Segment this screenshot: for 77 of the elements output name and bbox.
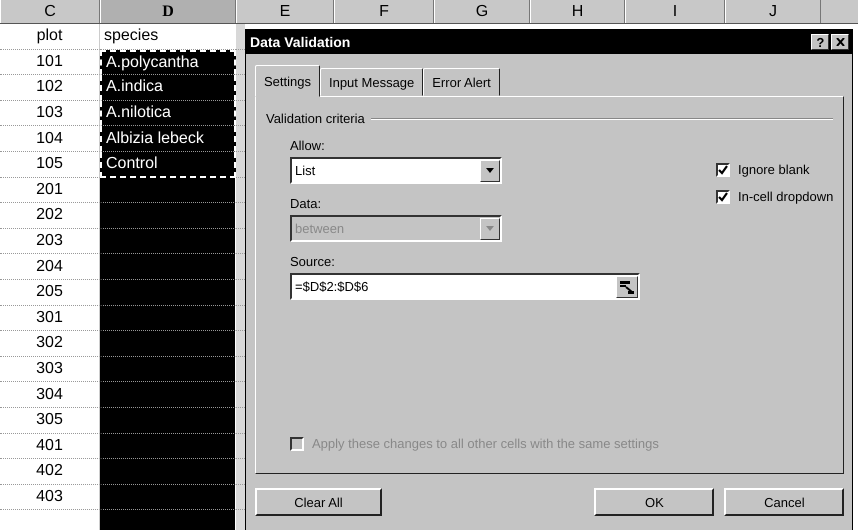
table-cell [236,75,245,101]
column-header[interactable]: G [434,0,530,23]
tab[interactable]: Error Alert [423,68,500,96]
table-cell [236,178,245,204]
field-label: Allow: [290,138,326,153]
table-cell [236,203,245,229]
column-header[interactable]: C [0,0,100,23]
table-cell [236,254,245,280]
dropdown[interactable]: List [290,157,502,184]
dialog-button[interactable]: Cancel [724,488,844,516]
table-cell: plot [0,24,100,50]
field-label: Data: [290,196,322,211]
table-cell: A.nilotica [100,100,236,126]
table-cell [236,24,245,50]
table-cell: 103 [0,100,100,126]
collapse-dialog-button[interactable] [616,276,638,298]
column-header[interactable]: D [100,0,236,23]
table-cell: Albizia lebeck [100,126,236,152]
dialog-button[interactable]: Clear All [255,488,382,516]
table-cell [236,280,245,306]
group-label: Validation criteria [266,111,365,126]
checkbox-option[interactable]: Ignore blank [716,162,834,177]
column-header[interactable]: F [334,0,434,23]
table-cell: 201 [0,178,100,204]
table-cell [236,434,245,460]
table-cell: 203 [0,228,100,254]
table-cell [236,100,245,126]
table-cell: 101 [0,50,100,76]
field-label: Source: [290,254,336,269]
table-cell: 204 [0,254,100,280]
dialog-button[interactable]: OK [594,488,714,516]
table-cell [236,152,245,178]
table-cell [236,306,245,332]
table-cell [236,126,245,152]
table-cell: 303 [0,356,100,382]
table-cell [236,50,245,76]
checkbox-option[interactable]: In-cell dropdown [716,189,834,204]
tab[interactable]: Settings [255,65,320,97]
table-cell [236,408,245,434]
window-title: Data Validation [250,34,352,50]
range-select-icon [619,280,635,294]
table-cell: 305 [0,408,100,434]
table-cell: 205 [0,280,100,306]
table-cell: 105 [0,152,100,178]
tab[interactable]: Input Message [320,68,424,96]
close-button[interactable] [831,34,850,50]
table-cell: A.polycantha [100,50,236,76]
table-cell [236,459,245,485]
column-header[interactable]: H [530,0,625,23]
check-icon [718,192,728,202]
column-header[interactable]: J [725,0,821,23]
source-field[interactable]: =$D$2:$D$6 [290,273,640,300]
table-cell: 302 [0,331,100,357]
table-cell: A.indica [100,75,236,101]
table-cell [236,484,245,510]
dropdown-button[interactable] [480,160,500,182]
table-cell: Control [100,152,236,178]
table-cell: 202 [0,203,100,229]
column-header[interactable]: I [625,0,725,23]
table-cell [236,331,245,357]
help-button[interactable]: ? [811,34,830,50]
close-icon [836,38,845,46]
table-cell: 304 [0,382,100,408]
table-cell: 102 [0,75,100,101]
table-cell [236,510,245,530]
table-cell: 402 [0,459,100,485]
caret-icon [486,168,494,173]
table-cell: 301 [0,306,100,332]
table-cell: 401 [0,434,100,460]
table-cell: 403 [0,484,100,510]
table-cell: 104 [0,126,100,152]
table-cell [236,382,245,408]
table-cell [236,356,245,382]
table-cell [236,228,245,254]
check-icon [718,164,728,174]
caret-icon [486,226,494,231]
column-header[interactable]: E [236,0,334,23]
